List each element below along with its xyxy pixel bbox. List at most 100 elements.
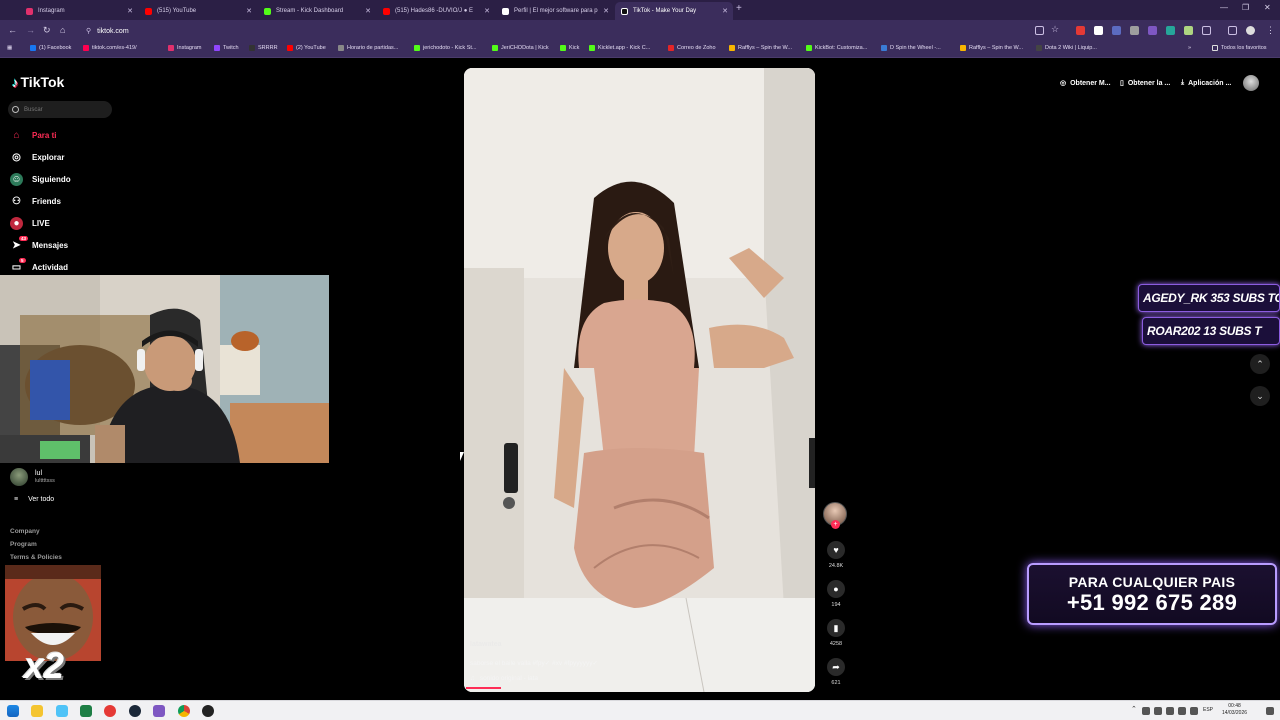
bookmark[interactable]: Rafflys – Spin the W... [729, 45, 792, 51]
close-icon[interactable]: ✕ [246, 7, 252, 15]
star-icon[interactable]: ☆ [1051, 24, 1060, 34]
new-tab-button[interactable]: + [736, 3, 742, 14]
obs-icon[interactable] [202, 705, 214, 717]
bookmark[interactable]: (2) YouTube [287, 45, 326, 51]
extension-icon[interactable] [1130, 26, 1139, 35]
tray-icon[interactable] [1190, 707, 1198, 715]
previous-video-button[interactable]: ⌃ [1250, 354, 1270, 374]
bookmark[interactable]: D Spin the Wheel -... [881, 45, 941, 51]
forward-button[interactable]: → [26, 25, 35, 35]
nav-item-friends[interactable]: ⚇ Friends [10, 193, 61, 209]
heart-icon[interactable]: ♥ [827, 541, 845, 559]
profile-avatar[interactable] [1243, 75, 1259, 91]
tiktok-logo[interactable]: ♪ TikTok [12, 74, 64, 90]
site-info-icon[interactable]: ⚲ [86, 27, 91, 35]
tray-icon[interactable] [1154, 707, 1162, 715]
bookmark[interactable]: JeriCHODota | Kick [492, 45, 549, 51]
bookmark[interactable]: Dota 2 Wiki | Liquip... [1036, 45, 1097, 51]
app-icon[interactable] [56, 705, 68, 717]
bookmark[interactable]: Kick [560, 45, 579, 51]
nav-item-siguiendo[interactable]: ☺ Siguiendo [10, 171, 71, 187]
nav-item-mensajes[interactable]: ➤ 43 Mensajes [10, 235, 68, 253]
back-button[interactable]: ← [8, 25, 17, 35]
comment-icon[interactable]: ● [827, 580, 845, 598]
following-user-item[interactable]: lul lulttttsss [10, 468, 55, 486]
tray-icon[interactable] [1178, 707, 1186, 715]
extension-icon[interactable] [1148, 26, 1157, 35]
menu-icon[interactable]: ⋮ [1266, 25, 1275, 36]
extension-icon[interactable] [1166, 26, 1175, 35]
bookmark[interactable]: Kicklet.app - Kick C... [589, 45, 650, 51]
share-icon[interactable]: ➦ [827, 658, 845, 676]
bookmark[interactable]: KickBot: Customiza... [806, 45, 867, 51]
all-favorites[interactable]: Todos los favoritos [1212, 45, 1267, 51]
nav-item-explorar[interactable]: ◎ Explorar [10, 149, 64, 165]
browser-tab[interactable]: Stream - Kick Dashboard ✕ [258, 2, 376, 20]
nav-item-actividad[interactable]: ▭ 5 Actividad [10, 257, 68, 275]
video-player[interactable] [464, 68, 815, 692]
footer-link-terms[interactable]: Terms & Policies [10, 554, 62, 561]
close-icon[interactable]: ✕ [127, 7, 133, 15]
extension-icon[interactable] [1112, 26, 1121, 35]
minimize-button[interactable]: — [1220, 3, 1228, 12]
browser-tab[interactable]: Instagram ✕ [20, 2, 138, 20]
footer-link-company[interactable]: Company [10, 528, 40, 535]
apps-icon[interactable]: ▦ [7, 45, 12, 51]
save-action[interactable]: ▮ 4258 [826, 619, 846, 647]
nav-item-para-ti[interactable]: ⌂ Para ti [10, 127, 56, 143]
like-action[interactable]: ♥ 24.8K [826, 541, 846, 569]
extension-icon[interactable] [1184, 26, 1193, 35]
next-video-button[interactable]: ⌄ [1250, 386, 1270, 406]
follow-plus-icon[interactable]: + [831, 520, 840, 529]
opera-icon[interactable] [104, 705, 116, 717]
desktop-app-button[interactable]: ⤓ Aplicación ... [1181, 79, 1231, 87]
restore-button[interactable]: ❐ [1242, 3, 1249, 12]
sidebar-icon[interactable] [1228, 26, 1237, 35]
browser-tab-active[interactable]: TikTok - Make Your Day ✕ [615, 2, 733, 20]
reload-button[interactable]: ↻ [43, 25, 51, 36]
nav-item-live[interactable]: ● LIVE [10, 215, 50, 231]
bookmark[interactable]: SRRRR [249, 45, 278, 51]
search-input[interactable]: Buscar [8, 101, 112, 118]
home-icon[interactable]: ⌂ [60, 25, 65, 35]
get-app-button[interactable]: ▯ Obtener la ... [1120, 79, 1170, 88]
steam-icon[interactable] [129, 705, 141, 717]
share-action[interactable]: ➦ 621 [826, 658, 846, 686]
bookmark[interactable]: Correo de Zoho [668, 45, 716, 51]
clock[interactable]: 00:48 14/03/2026 [1222, 703, 1247, 717]
browser-tab[interactable]: (515) YouTube ✕ [139, 2, 257, 20]
bookmark[interactable]: Twitch [214, 45, 239, 51]
language-indicator[interactable]: ESP [1203, 707, 1213, 713]
more-bookmarks-icon[interactable]: » [1188, 45, 1191, 51]
close-icon[interactable]: ✕ [722, 7, 728, 15]
notifications-icon[interactable] [1266, 707, 1274, 715]
close-icon[interactable]: ✕ [365, 7, 371, 15]
tray-icon[interactable] [1166, 707, 1174, 715]
bookmark[interactable]: (1) Facebook [30, 45, 71, 51]
extension-icon[interactable] [1094, 26, 1103, 35]
tray-icon[interactable] [1142, 707, 1150, 715]
bookmark[interactable]: tiktok.com/es-419/ [83, 45, 137, 51]
extension-icon[interactable] [1076, 26, 1085, 35]
bookmark-icon[interactable]: ▮ [827, 619, 845, 637]
video-sound[interactable]: ♫ sonido original - iata [470, 675, 538, 682]
cast-icon[interactable] [1035, 26, 1044, 35]
chrome-icon[interactable] [178, 705, 190, 717]
app-icon[interactable] [153, 705, 165, 717]
bookmark[interactable]: Horario de partidas... [338, 45, 398, 51]
video-progress-bar[interactable] [466, 687, 501, 689]
video-username[interactable]: latawatea [470, 641, 502, 648]
comment-action[interactable]: ● 194 [826, 580, 846, 608]
close-icon[interactable]: ✕ [484, 7, 490, 15]
ver-todo-link[interactable]: ≡ Ver todo [14, 496, 54, 503]
url-field[interactable]: ⚲ tiktok.com [80, 23, 1030, 39]
start-icon[interactable] [7, 705, 19, 717]
bookmark[interactable]: Rafflys – Spin the W... [960, 45, 1023, 51]
bookmark[interactable]: Instagram [168, 45, 201, 51]
footer-link-program[interactable]: Program [10, 541, 37, 548]
close-window-button[interactable]: ✕ [1264, 3, 1271, 12]
profile-avatar-icon[interactable] [1246, 26, 1255, 35]
browser-tab[interactable]: Perfil | El mejor software para p ✕ [496, 2, 614, 20]
get-coins-button[interactable]: ◎ Obtener M... [1060, 79, 1111, 88]
close-icon[interactable]: ✕ [603, 7, 609, 15]
